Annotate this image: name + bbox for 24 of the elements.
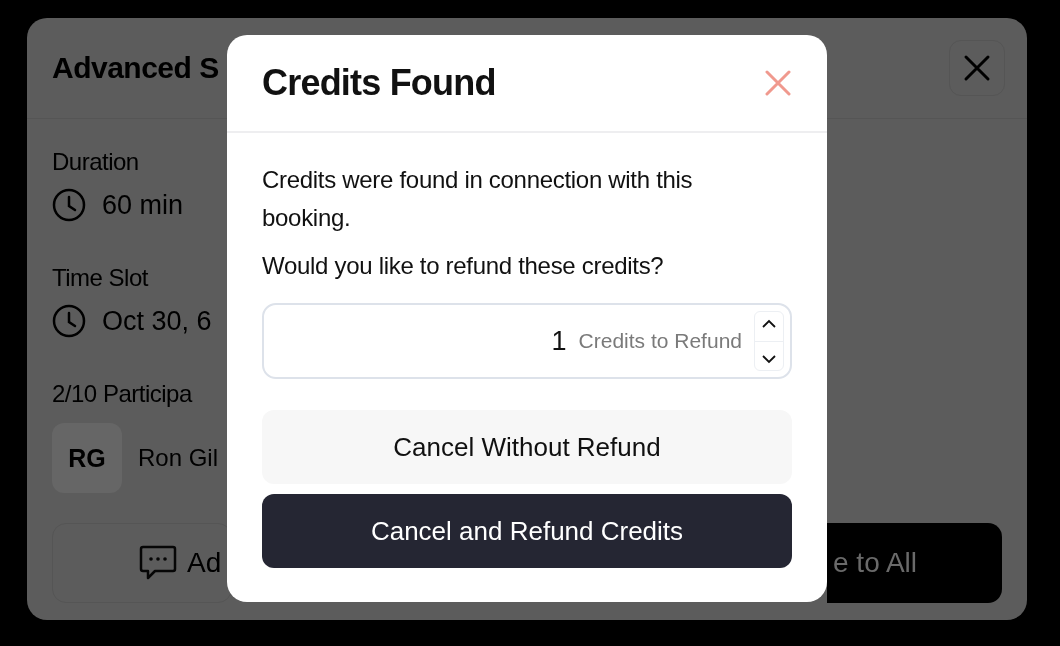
- close-button[interactable]: [949, 40, 1005, 96]
- chevron-down-icon[interactable]: [762, 354, 776, 364]
- close-icon: [765, 70, 791, 96]
- close-icon: [963, 54, 991, 82]
- stepper[interactable]: [754, 311, 784, 371]
- chat-icon: [139, 545, 177, 581]
- dialog-question: Would you like to refund these credits?: [262, 251, 665, 281]
- section-value: Oct 30, 6: [102, 305, 212, 337]
- section-label: Time Slot: [52, 263, 148, 293]
- participants-heading: 2/10 Participa: [52, 379, 192, 409]
- dialog-message: Credits were found in connection with this booking.: [262, 165, 694, 233]
- cancel-button[interactable]: Cancel Without Refund: [262, 410, 792, 484]
- dialog-title: Credits Found: [262, 62, 496, 104]
- clock-icon: [52, 188, 86, 222]
- chevron-up-icon[interactable]: [762, 318, 776, 328]
- section-label: Duration: [52, 147, 139, 177]
- avatar: RG: [52, 423, 122, 493]
- clock-icon: [52, 304, 86, 338]
- section-value: 60 min: [102, 189, 184, 221]
- participant-name: Ron Gil: [138, 444, 219, 472]
- refund-button[interactable]: Cancel and Refund Credits: [262, 494, 792, 568]
- credits-field[interactable]: 1 Credits to Refund: [262, 303, 792, 379]
- panel-title: Advanced S: [52, 51, 219, 85]
- send-button[interactable]: e to All: [827, 523, 1002, 603]
